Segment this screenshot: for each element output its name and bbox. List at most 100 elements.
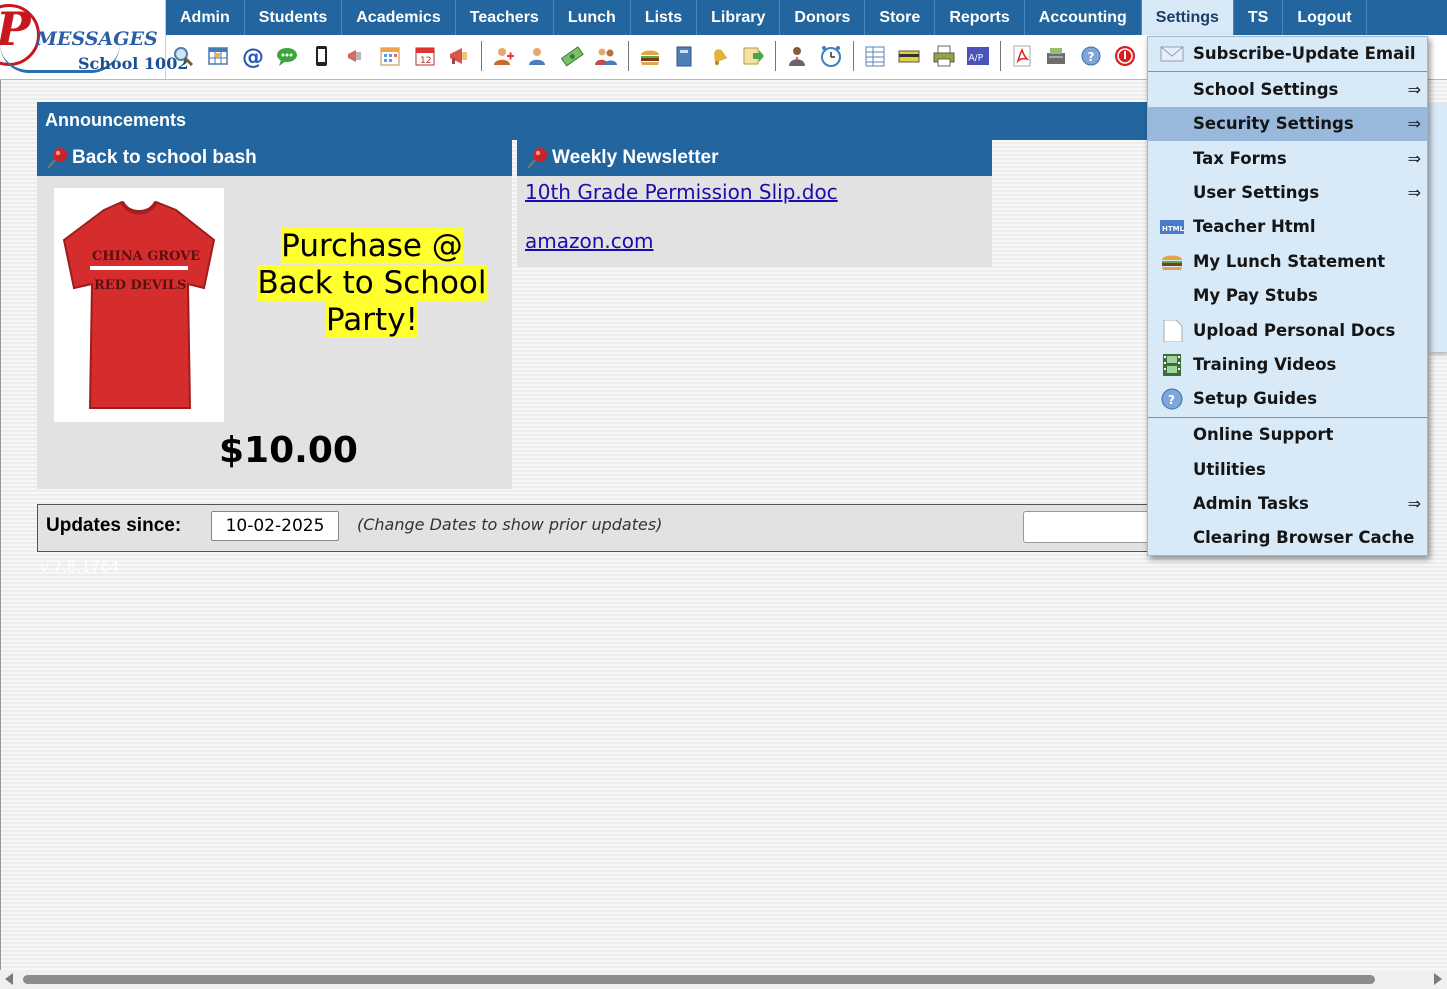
email-icon: [1160, 43, 1184, 65]
menu-item-label: My Pay Stubs: [1193, 286, 1318, 305]
menu-item-tax-forms[interactable]: Tax Forms ⇒: [1148, 142, 1427, 176]
menu-item-training-videos[interactable]: Training Videos: [1148, 348, 1427, 382]
menu-item-my-lunch-statement[interactable]: My Lunch Statement: [1148, 245, 1427, 279]
security-submenu-edge[interactable]: [1428, 104, 1447, 352]
menu-item-label: Teacher Html: [1193, 217, 1316, 236]
help-icon: ?: [1160, 388, 1184, 410]
hamburger-icon[interactable]: [635, 40, 665, 72]
menu-item-upload-personal-docs[interactable]: Upload Personal Docs: [1148, 314, 1427, 348]
grid-icon[interactable]: [203, 40, 233, 72]
toolbar-separator: [627, 41, 629, 71]
bell-icon[interactable]: [704, 40, 734, 72]
pushpin-icon: [527, 148, 547, 169]
svg-text:@: @: [242, 45, 264, 68]
hamburger-icon: [1160, 251, 1184, 273]
nav-ts[interactable]: TS: [1234, 0, 1284, 35]
menu-item-subscribe-update-email[interactable]: Subscribe-Update Email: [1148, 37, 1427, 71]
film-icon: [1160, 354, 1184, 376]
updates-date-input[interactable]: [211, 511, 339, 541]
nav-academics[interactable]: Academics: [342, 0, 456, 35]
updates-search-input[interactable]: [1023, 511, 1163, 543]
book-icon[interactable]: [669, 40, 699, 72]
svg-text:A/P: A/P: [969, 54, 984, 64]
menu-item-label: Security Settings: [1193, 114, 1354, 133]
menu-item-setup-guides[interactable]: ? Setup Guides: [1148, 382, 1427, 416]
money-icon[interactable]: [557, 40, 587, 72]
nav-settings[interactable]: Settings: [1141, 0, 1234, 35]
nav-library[interactable]: Library: [697, 0, 781, 35]
nav-store[interactable]: Store: [865, 0, 936, 35]
menu-separator: [1148, 417, 1427, 418]
school-logo[interactable]: P MESSAGES School 1002: [0, 0, 188, 80]
megaphone-off-icon[interactable]: [341, 40, 371, 72]
horizontal-scrollbar[interactable]: [0, 970, 1447, 989]
nav-reports[interactable]: Reports: [935, 0, 1025, 35]
clock-icon[interactable]: [816, 40, 846, 72]
spreadsheet-icon[interactable]: [860, 40, 890, 72]
menu-item-online-support[interactable]: Online Support: [1148, 418, 1427, 452]
pdf-icon[interactable]: [1007, 40, 1037, 72]
settings-dropdown: Subscribe-Update Email School Settings ⇒ Se…: [1147, 36, 1428, 556]
shirt-text-line2: RED DEVILS: [94, 278, 186, 293]
nav-lists[interactable]: Lists: [631, 0, 698, 35]
amazon-link[interactable]: amazon.com: [525, 229, 653, 253]
scrollbar-thumb[interactable]: [23, 975, 1375, 984]
phone-icon[interactable]: [306, 40, 336, 72]
svg-text:?: ?: [1087, 50, 1094, 64]
menu-item-school-settings[interactable]: School Settings ⇒: [1148, 73, 1427, 107]
nav-teachers[interactable]: Teachers: [456, 0, 554, 35]
announcement-card-weekly-newsletter: Weekly Newsletter 10th Grade Permission …: [517, 140, 992, 267]
nav-logout[interactable]: Logout: [1283, 0, 1367, 35]
help-icon[interactable]: ?: [1076, 40, 1106, 72]
menu-item-label: Subscribe-Update Email: [1193, 44, 1416, 63]
menu-item-utilities[interactable]: Utilities: [1148, 453, 1427, 487]
menu-item-label: Tax Forms: [1193, 149, 1287, 168]
menu-item-clearing-browser-cache[interactable]: Clearing Browser Cache: [1148, 521, 1427, 555]
card-icon[interactable]: [894, 40, 924, 72]
megaphone-icon[interactable]: [444, 40, 474, 72]
menu-item-user-settings[interactable]: User Settings ⇒: [1148, 176, 1427, 210]
svg-text:12: 12: [420, 56, 431, 66]
nav-donors[interactable]: Donors: [780, 0, 866, 35]
menu-item-label: Upload Personal Docs: [1193, 321, 1396, 340]
html-icon: HTML: [1160, 216, 1185, 238]
calendar-day-icon[interactable]: 12: [410, 40, 440, 72]
search-icon[interactable]: [168, 40, 198, 72]
calendar-icon[interactable]: [375, 40, 405, 72]
scroll-right-arrow[interactable]: [1434, 973, 1442, 985]
export-icon[interactable]: [738, 40, 768, 72]
menu-item-label: Training Videos: [1193, 355, 1337, 374]
user-icon[interactable]: [522, 40, 552, 72]
menu-item-admin-tasks[interactable]: Admin Tasks ⇒: [1148, 487, 1427, 521]
add-user-icon[interactable]: [488, 40, 518, 72]
nav-accounting[interactable]: Accounting: [1025, 0, 1142, 35]
submenu-arrow-icon: ⇒: [1407, 494, 1421, 513]
users-icon[interactable]: [591, 40, 621, 72]
nav-students[interactable]: Students: [245, 0, 343, 35]
printer-icon[interactable]: [929, 40, 959, 72]
pushpin-icon: [47, 148, 67, 169]
announcements-bar: Announcements: [37, 102, 1167, 140]
stop-icon[interactable]: [1110, 40, 1140, 72]
menu-item-label: Admin Tasks: [1193, 494, 1309, 513]
at-sign-icon[interactable]: @: [237, 40, 267, 72]
menu-item-security-settings[interactable]: Security Settings ⇒: [1148, 107, 1427, 141]
menu-item-teacher-html[interactable]: HTML Teacher Html: [1148, 210, 1427, 244]
menu-item-label: Online Support: [1193, 425, 1334, 444]
ap-icon[interactable]: A/P: [963, 40, 993, 72]
teacher-icon[interactable]: [782, 40, 812, 72]
toolbar-separator: [852, 41, 854, 71]
chat-icon[interactable]: [272, 40, 302, 72]
permission-slip-link[interactable]: 10th Grade Permission Slip.doc: [525, 180, 838, 204]
submenu-arrow-icon: ⇒: [1407, 114, 1421, 133]
menu-item-my-pay-stubs[interactable]: My Pay Stubs: [1148, 279, 1427, 313]
nav-lunch[interactable]: Lunch: [554, 0, 631, 35]
card-title: Weekly Newsletter: [552, 147, 719, 168]
card-header: Back to school bash: [37, 140, 512, 176]
nav-admin[interactable]: Admin: [166, 0, 245, 35]
scroll-left-arrow[interactable]: [5, 973, 13, 985]
menu-item-label: School Settings: [1193, 80, 1339, 99]
cash-register-icon[interactable]: [1041, 40, 1071, 72]
nav-fill: [1367, 0, 1447, 35]
announcement-card-back-to-school: Back to school bash CHINA GROVE RED DEVI…: [37, 140, 512, 489]
